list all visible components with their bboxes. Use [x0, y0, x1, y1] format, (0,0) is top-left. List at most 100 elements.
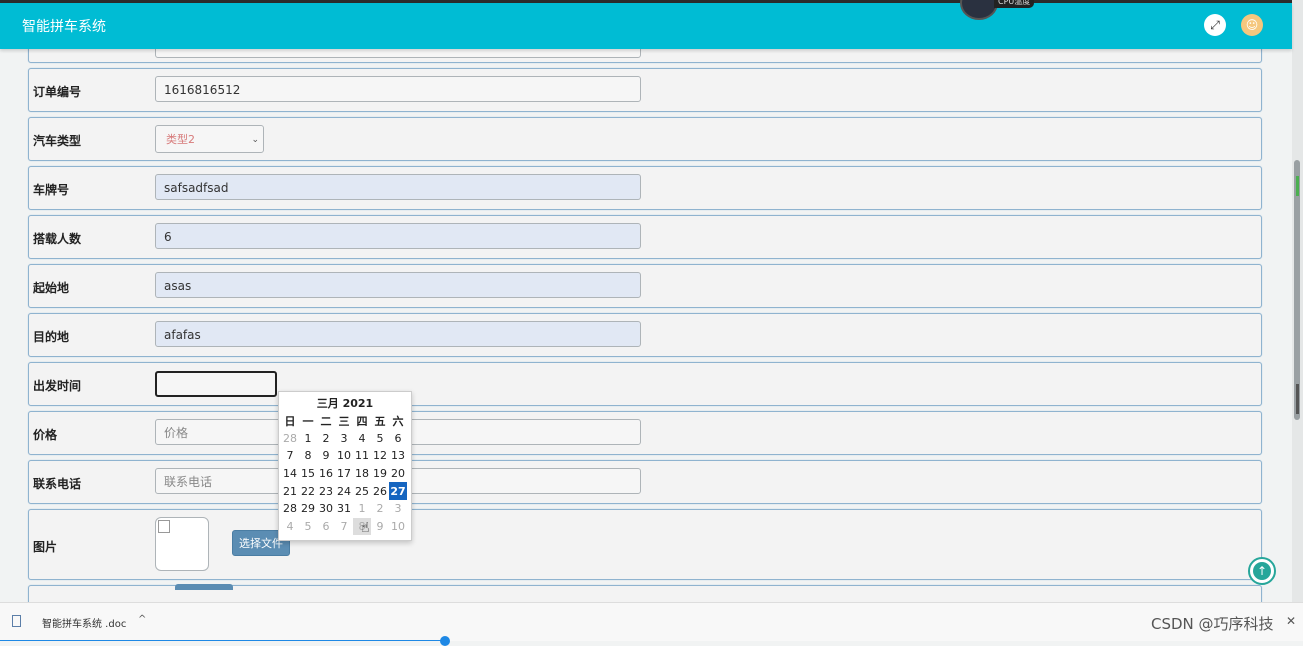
origin-input[interactable]: asas — [155, 272, 641, 298]
form-row-depart-time: 出发时间 — [28, 362, 1262, 406]
date-picker-popup[interactable]: 三月 2021 日 一 二 三 四 五 六 28 1 2 3 4 5 6 7 8… — [278, 391, 412, 541]
app-header: 智能拼车系统 ⤢ ☺ — [0, 3, 1292, 49]
weekday-header: 三 — [338, 414, 350, 428]
calendar-day[interactable]: 21 — [281, 482, 299, 500]
calendar-day[interactable]: 4 — [281, 518, 299, 536]
calendar-day[interactable]: 2 — [371, 500, 389, 518]
calendar-day[interactable]: 6 — [317, 518, 335, 536]
calendar-day[interactable]: 10 — [335, 447, 353, 465]
app-title: 智能拼车系统 — [22, 19, 106, 35]
calendar-day[interactable]: 6 — [389, 430, 407, 448]
price-label: 价格 — [33, 428, 58, 442]
plate-input[interactable]: safsadfsad — [155, 174, 641, 200]
calendar-day[interactable]: 7 — [335, 518, 353, 536]
arrow-up-icon: ↑ — [1253, 562, 1271, 580]
scrollbar-thumb[interactable] — [1294, 160, 1300, 420]
calendar-day[interactable]: 7 — [281, 447, 299, 465]
csdn-watermark: CSDN @巧序科技 — [1151, 615, 1274, 633]
form-row-price: 价格 价格 — [28, 411, 1262, 455]
calendar-day[interactable]: 12 — [371, 447, 389, 465]
chevron-down-icon: ⌄ — [251, 135, 259, 145]
download-progress-line — [0, 640, 445, 641]
partial-button[interactable] — [175, 584, 233, 590]
chevron-up-icon[interactable]: ^ — [138, 614, 146, 625]
passengers-label: 搭载人数 — [33, 232, 82, 246]
calendar-day[interactable]: 25 — [353, 482, 371, 500]
destination-input[interactable]: afafas — [155, 321, 641, 347]
form-row-phone: 联系电话 联系电话 — [28, 460, 1262, 504]
calendar-day-selected[interactable]: 27 — [389, 482, 407, 500]
scroll-marker — [1296, 176, 1299, 196]
document-icon — [12, 615, 21, 627]
form-row-partial-bottom — [28, 584, 1262, 602]
calendar-day[interactable]: 17 — [335, 465, 353, 483]
calendar-day[interactable]: 26 — [371, 482, 389, 500]
calendar-day[interactable]: 8 — [299, 447, 317, 465]
calendar-day[interactable]: 15 — [299, 465, 317, 483]
calendar-day[interactable]: 3 — [335, 430, 353, 448]
calendar-day[interactable]: 29 — [299, 500, 317, 518]
image-preview — [155, 517, 209, 571]
cpu-temp-widget[interactable]: CPU温度 — [960, 0, 1038, 20]
calendar-day[interactable]: 1 — [299, 430, 317, 448]
close-icon[interactable]: ✕ — [1286, 614, 1296, 628]
calendar-month-title: 三月 2021 — [316, 397, 374, 410]
destination-label: 目的地 — [33, 330, 70, 344]
calendar-day[interactable]: 20 — [389, 465, 407, 483]
calendar-day[interactable]: 24 — [335, 482, 353, 500]
calendar-day[interactable]: 1 — [353, 500, 371, 518]
calendar-day[interactable]: 10 — [389, 518, 407, 536]
phone-label: 联系电话 — [33, 477, 82, 491]
form-row-plate: 车牌号 safsadfsad — [28, 166, 1262, 210]
calendar-day[interactable]: 11 — [353, 447, 371, 465]
depart-time-label: 出发时间 — [33, 379, 82, 393]
calendar-day[interactable]: 28 — [281, 500, 299, 518]
calendar-day[interactable]: 19 — [371, 465, 389, 483]
user-avatar-icon[interactable]: ☺ — [1241, 14, 1263, 36]
calendar-day[interactable]: 14 — [281, 465, 299, 483]
origin-label: 起始地 — [33, 281, 70, 295]
calendar-day[interactable]: 31 — [335, 500, 353, 518]
depart-time-input[interactable] — [155, 371, 277, 397]
calendar-day[interactable]: 13 — [389, 447, 407, 465]
order-no-input[interactable]: 1616816512 — [155, 76, 641, 102]
car-type-label: 汽车类型 — [33, 134, 82, 148]
expand-arrows-icon[interactable]: ⤢ — [1204, 14, 1226, 36]
calendar-day[interactable]: 9 — [317, 447, 335, 465]
cpu-temp-label: CPU温度 — [994, 0, 1035, 8]
page-scrollbar[interactable] — [1292, 0, 1303, 602]
download-progress-dot — [440, 636, 450, 646]
weekday-header: 二 — [320, 414, 332, 428]
calendar-day[interactable]: 22 — [299, 482, 317, 500]
weekday-header: 六 — [392, 414, 404, 428]
hand-cursor-icon: ☝ — [361, 520, 370, 536]
plate-label: 车牌号 — [33, 183, 70, 197]
calendar-day[interactable]: 4 — [353, 430, 371, 448]
form-container: 订单编号 1616816512 汽车类型 类型2 ⌄ 车牌号 safsadfsa… — [0, 49, 1292, 602]
calendar-day[interactable]: 2 — [317, 430, 335, 448]
calendar-day[interactable]: 23 — [317, 482, 335, 500]
calendar-grid: 日 一 二 三 四 五 六 28 1 2 3 4 5 6 7 8 9 10 11… — [281, 412, 407, 536]
passengers-input[interactable]: 6 — [155, 223, 641, 249]
calendar-day[interactable]: 18 — [353, 465, 371, 483]
download-filename[interactable]: 智能拼车系统 .doc — [42, 615, 126, 630]
form-row-passengers: 搭载人数 6 — [28, 215, 1262, 259]
scroll-to-top-button[interactable]: ↑ — [1248, 557, 1276, 585]
form-row-order-no: 订单编号 1616816512 — [28, 68, 1262, 112]
calendar-day[interactable]: 3 — [389, 500, 407, 518]
calendar-day[interactable]: 5 — [299, 518, 317, 536]
form-row-partial — [28, 49, 1262, 63]
calendar-day[interactable]: 28 — [281, 430, 299, 448]
calendar-day[interactable]: 5 — [371, 430, 389, 448]
calendar-day[interactable]: 16 — [317, 465, 335, 483]
weekday-header: 日 — [284, 414, 296, 428]
form-row-origin: 起始地 asas — [28, 264, 1262, 308]
scroll-marker — [1296, 384, 1299, 414]
car-type-selected: 类型2 — [166, 133, 195, 146]
form-row-car-type: 汽车类型 类型2 ⌄ — [28, 117, 1262, 161]
car-type-select[interactable]: 类型2 ⌄ — [155, 125, 264, 153]
image-label: 图片 — [33, 540, 58, 554]
calendar-day[interactable]: 9 — [371, 518, 389, 536]
partial-input[interactable] — [155, 49, 641, 58]
calendar-day[interactable]: 30 — [317, 500, 335, 518]
